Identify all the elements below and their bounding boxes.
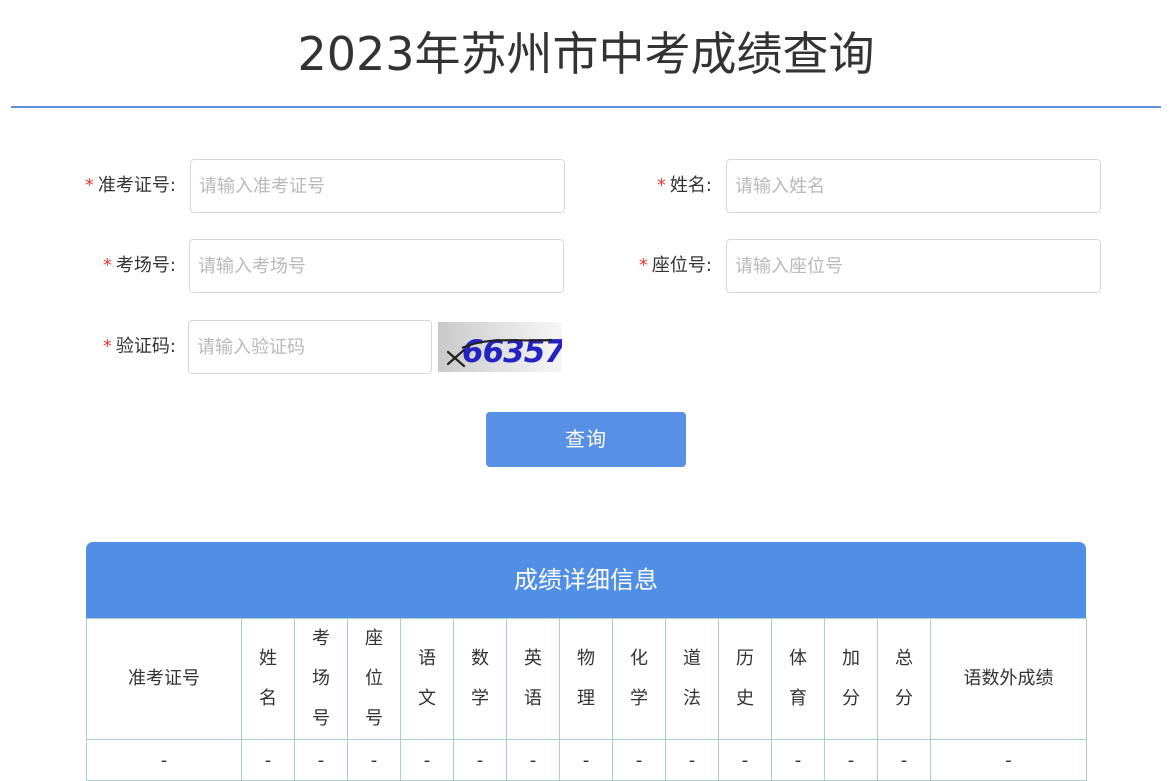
captcha-label: * 验证码: [66,320,176,374]
score-table: 准考证号 姓名 考场号 座位号 语文 数学 英语 物理 化学 道法 历史 体育 … [86,618,1087,781]
cell-morality-law: - [665,739,719,781]
col-history-text: 历史 [736,648,754,709]
cell-physics: - [559,739,613,781]
col-bonus: 加分 [824,618,878,740]
col-math: 数学 [453,618,507,740]
query-button[interactable]: 查询 [486,412,686,467]
cell-core-subjects: - [930,739,1087,781]
col-chemistry-text: 化学 [630,648,648,709]
exam-id-label-text: 准考证号: [97,175,176,196]
required-mark: * [102,255,112,276]
room-input[interactable] [189,239,564,293]
cell-name: - [241,739,295,781]
col-room: 考场号 [294,618,348,740]
col-room-text: 考场号 [312,628,330,729]
col-history: 历史 [718,618,772,740]
seat-label-text: 座位号: [651,255,712,276]
col-total-text: 总分 [895,648,913,709]
page-title: 2023年苏州市中考成绩查询 [297,27,875,81]
required-mark: * [656,175,666,196]
result-title: 成绩详细信息 [86,542,1086,618]
name-label: * 姓名: [630,159,712,213]
captcha-image[interactable]: 66357 [438,322,562,372]
cell-math: - [453,739,507,781]
result-panel: 成绩详细信息 准考证号 姓名 考场号 座位号 语文 数学 英语 物理 化学 道法… [86,542,1087,781]
captcha-label-text: 验证码: [115,336,176,357]
col-physics-text: 物理 [577,648,595,709]
col-math-text: 数学 [471,648,489,709]
room-label-text: 考场号: [115,255,176,276]
cell-english: - [506,739,560,781]
captcha-input[interactable] [188,320,432,374]
cell-chemistry: - [612,739,666,781]
required-mark: * [638,255,648,276]
cell-seat: - [347,739,401,781]
col-seat: 座位号 [347,618,401,740]
exam-id-input[interactable] [190,159,565,213]
col-bonus-text: 加分 [842,648,860,709]
name-input[interactable] [726,159,1101,213]
col-chemistry: 化学 [612,618,666,740]
name-label-text: 姓名: [669,175,712,196]
room-label: * 考场号: [66,239,176,293]
cell-room: - [294,739,348,781]
required-mark: * [84,175,94,196]
col-chinese: 语文 [400,618,454,740]
title-divider [11,106,1161,108]
cell-bonus: - [824,739,878,781]
col-name: 姓名 [241,618,295,740]
col-english: 英语 [506,618,560,740]
table-row: - - - - - - - - - - - - - - - [86,739,1087,781]
col-pe-text: 体育 [789,648,807,709]
seat-label: * 座位号: [600,239,712,293]
score-table-header: 准考证号 姓名 考场号 座位号 语文 数学 英语 物理 化学 道法 历史 体育 … [86,618,1087,740]
seat-input[interactable] [726,239,1101,293]
col-seat-text: 座位号 [365,628,383,729]
cell-pe: - [771,739,825,781]
cell-history: - [718,739,772,781]
col-physics: 物理 [559,618,613,740]
col-chinese-text: 语文 [418,648,436,709]
col-name-text: 姓名 [259,648,277,709]
col-total: 总分 [877,618,931,740]
col-morality-law-text: 道法 [683,648,701,709]
required-mark: * [102,336,112,357]
cell-chinese: - [400,739,454,781]
col-english-text: 英语 [524,648,542,709]
col-core-subjects: 语数外成绩 [930,618,1087,740]
col-pe: 体育 [771,618,825,740]
exam-id-label: * 准考证号: [66,159,176,213]
col-morality-law: 道法 [665,618,719,740]
cell-total: - [877,739,931,781]
cell-exam-id: - [86,739,242,781]
col-exam-id: 准考证号 [86,618,242,740]
